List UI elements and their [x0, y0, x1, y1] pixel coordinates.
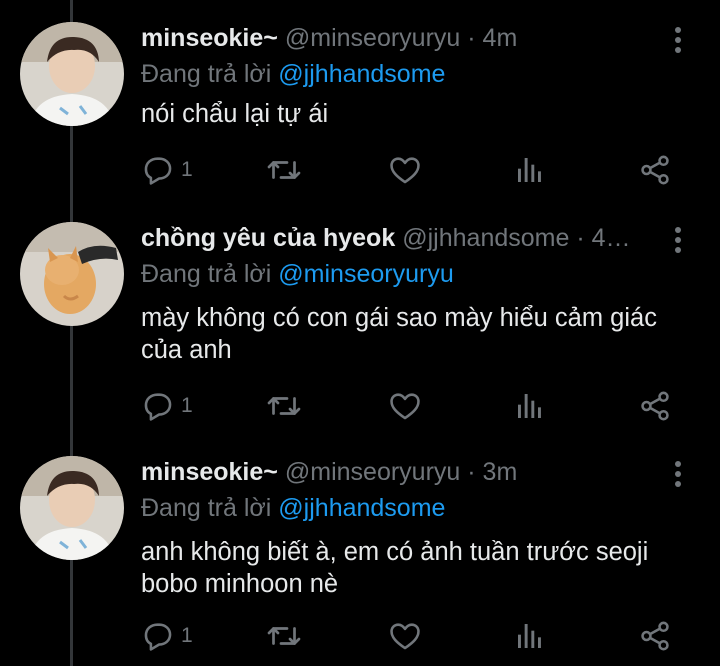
avatar[interactable]	[20, 456, 124, 560]
analytics-button[interactable]	[514, 386, 546, 426]
replying-to: Đang trả lời @jjhhandsome	[141, 58, 445, 90]
more-dot-icon	[675, 47, 681, 53]
reply-button[interactable]: 1	[141, 616, 193, 656]
thread-timeline: minseokie~ @minseoryuryu · 4m Đang trả l…	[0, 0, 720, 666]
more-dot-icon	[675, 471, 681, 477]
replying-to-handle[interactable]: @jjhhandsome	[278, 494, 445, 522]
like-button[interactable]	[388, 386, 422, 426]
replying-to-handle[interactable]: @jjhhandsome	[278, 60, 445, 88]
like-icon	[390, 157, 420, 184]
more-dot-icon	[675, 27, 681, 33]
reply-count: 1	[181, 394, 193, 417]
replying-to-handle[interactable]: @minseoryuryu	[278, 260, 453, 288]
tweet-header: minseokie~ @minseoryuryu · 3m	[141, 456, 661, 488]
avatar[interactable]	[20, 222, 124, 326]
share-button[interactable]	[638, 386, 672, 426]
reply-icon	[144, 157, 172, 185]
handle-and-time: @jjhhandsome · 4…	[402, 224, 631, 252]
handle-and-time: @minseoryuryu · 4m	[284, 24, 518, 52]
replying-to-label: Đang trả lời	[141, 260, 272, 288]
retweet-button[interactable]	[266, 150, 302, 190]
person-avatar-icon	[20, 22, 124, 126]
display-name[interactable]: chồng yêu của hyeok	[141, 222, 395, 254]
replying-to: Đang trả lời @minseoryuryu	[141, 258, 454, 290]
more-dot-icon	[675, 237, 681, 243]
tweet-actions: 1	[0, 616, 720, 656]
analytics-icon	[518, 158, 541, 182]
share-button[interactable]	[638, 616, 672, 656]
handle-and-time: @minseoryuryu · 3m	[284, 458, 518, 486]
reply-icon	[144, 623, 172, 651]
display-name[interactable]: minseokie~	[141, 456, 278, 488]
more-dot-icon	[675, 37, 681, 43]
retweet-button[interactable]	[266, 616, 302, 656]
tweet-header: chồng yêu của hyeok @jjhhandsome · 4…	[141, 222, 661, 254]
reply-button[interactable]: 1	[141, 386, 193, 426]
tweet-text: nói chẩu lại tự ái	[141, 100, 329, 128]
analytics-icon	[518, 394, 541, 418]
reply-button[interactable]: 1	[141, 150, 193, 190]
more-options-button[interactable]	[668, 26, 688, 54]
share-button[interactable]	[638, 150, 672, 190]
like-icon	[390, 393, 420, 420]
retweet-button[interactable]	[266, 386, 302, 426]
tweet-actions: 1	[0, 386, 720, 426]
share-icon	[641, 155, 669, 185]
reply-icon	[144, 393, 172, 421]
person-avatar-icon	[20, 456, 124, 560]
like-icon	[390, 623, 420, 650]
retweet-icon	[267, 161, 301, 179]
tweet-text: anh không biết à, em có ảnh tuần trước s…	[141, 538, 649, 598]
more-options-button[interactable]	[668, 226, 688, 254]
cat-avatar-icon	[20, 222, 124, 326]
reply-count: 1	[181, 624, 193, 647]
analytics-button[interactable]	[514, 150, 546, 190]
replying-to: Đang trả lời @jjhhandsome	[141, 492, 445, 524]
like-button[interactable]	[388, 616, 422, 656]
replying-to-label: Đang trả lời	[141, 494, 272, 522]
analytics-button[interactable]	[514, 616, 546, 656]
more-dot-icon	[675, 461, 681, 467]
retweet-icon	[267, 627, 301, 645]
tweet-header: minseokie~ @minseoryuryu · 4m	[141, 22, 661, 54]
analytics-icon	[518, 624, 541, 648]
more-dot-icon	[675, 247, 681, 253]
more-dot-icon	[675, 481, 681, 487]
reply-count: 1	[181, 158, 193, 181]
tweet-actions: 1	[0, 150, 720, 190]
tweet-text: mày không có con gái sao mày hiểu cảm gi…	[141, 304, 657, 364]
more-dot-icon	[675, 227, 681, 233]
retweet-icon	[267, 397, 301, 415]
share-icon	[641, 621, 669, 651]
like-button[interactable]	[388, 150, 422, 190]
more-options-button[interactable]	[668, 460, 688, 488]
display-name[interactable]: minseokie~	[141, 22, 278, 54]
replying-to-label: Đang trả lời	[141, 60, 272, 88]
avatar[interactable]	[20, 22, 124, 126]
share-icon	[641, 391, 669, 421]
